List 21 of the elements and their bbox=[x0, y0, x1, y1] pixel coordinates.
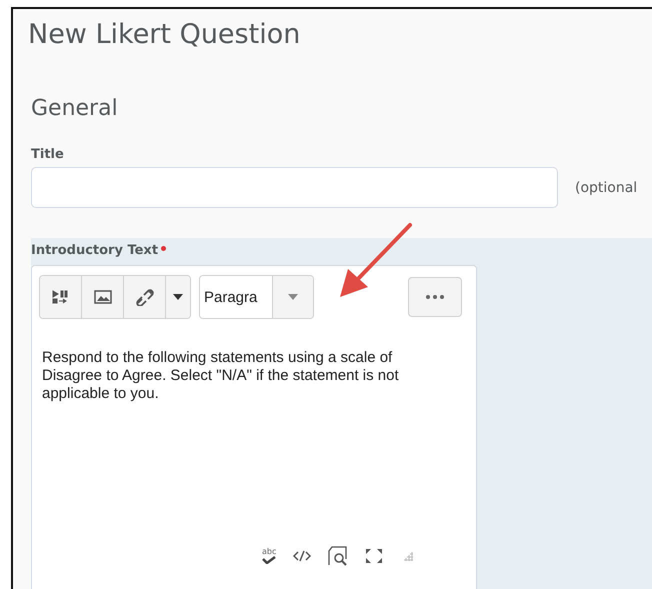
title-field[interactable] bbox=[31, 167, 558, 208]
text-editor[interactable]: Paragra Respond to the following statements using a scale of Disagree to Agree. Select "N/A" if the statement is not applicable to you. abc bbox=[31, 265, 477, 589]
optional-note: (optional bbox=[575, 180, 638, 196]
code-icon[interactable] bbox=[293, 550, 312, 562]
format-dropdown[interactable]: Paragra bbox=[199, 275, 314, 319]
section-title: General bbox=[31, 96, 119, 121]
media-button[interactable] bbox=[40, 276, 82, 318]
media-icon bbox=[52, 289, 70, 305]
fullscreen-icon[interactable] bbox=[365, 548, 384, 564]
link-icon bbox=[134, 288, 154, 306]
preview-icon[interactable] bbox=[328, 546, 348, 566]
image-icon bbox=[94, 289, 112, 305]
field-label: Title bbox=[31, 147, 65, 162]
resize-handle[interactable] bbox=[404, 552, 414, 560]
spellcheck-button[interactable]: abc bbox=[262, 548, 276, 564]
more-icon bbox=[426, 295, 444, 299]
field-label: Introductory Text bbox=[31, 242, 158, 258]
caret-icon bbox=[288, 294, 298, 300]
intro-text: Respond to the following statements using a scale of Disagree to Agree. Select "N/A" if the statement is not applicable to you. bbox=[41, 348, 400, 403]
page-title: New Likert Question bbox=[28, 19, 302, 50]
caret-icon bbox=[173, 294, 183, 300]
